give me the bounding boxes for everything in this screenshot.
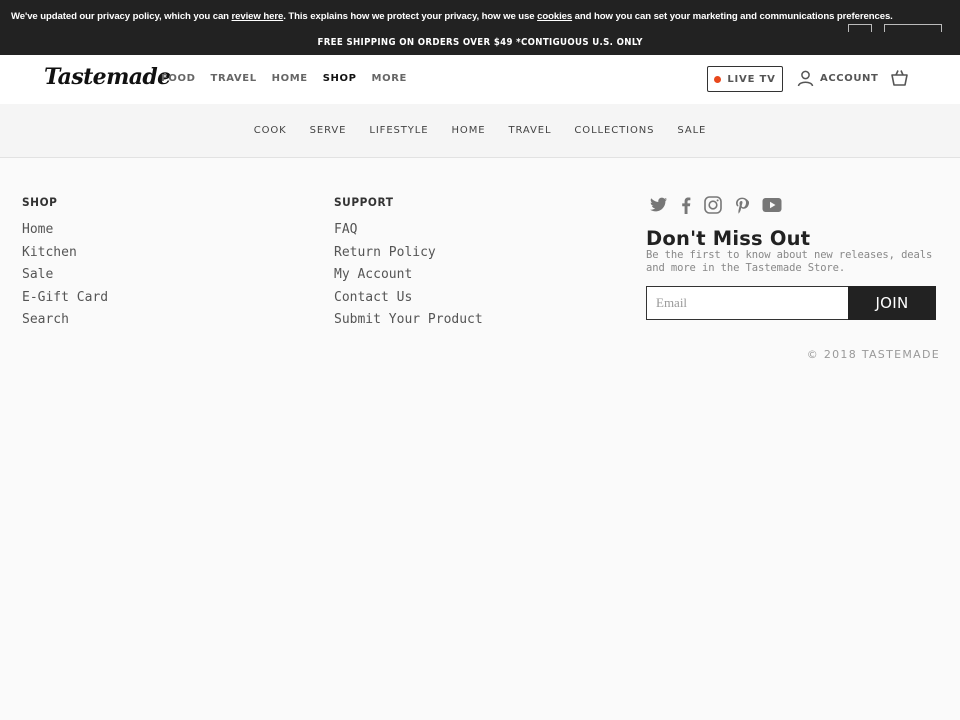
cookies-link[interactable]: cookies: [537, 11, 572, 22]
live-tv-button[interactable]: LIVE TV: [707, 66, 783, 92]
footer-support-title: SUPPORT: [334, 195, 394, 209]
nav-item-travel[interactable]: TRAVEL: [211, 73, 257, 84]
live-indicator-icon: [714, 75, 722, 83]
footer-link-kitchen[interactable]: Kitchen: [22, 244, 108, 267]
cart-button[interactable]: [890, 69, 909, 92]
review-here-link[interactable]: review here: [232, 11, 284, 22]
nav-item-shop[interactable]: SHOP: [323, 73, 357, 84]
footer-link-home[interactable]: Home: [22, 221, 108, 244]
privacy-message: We've updated our privacy policy, which …: [11, 11, 893, 22]
subnav-item-cook[interactable]: COOK: [254, 125, 287, 136]
nav-item-more[interactable]: MORE: [372, 73, 407, 84]
join-button[interactable]: JOIN: [848, 286, 936, 320]
shipping-bar: FREE SHIPPING ON ORDERS OVER $49 *CONTIG…: [0, 32, 960, 55]
privacy-banner: We've updated our privacy policy, which …: [0, 0, 960, 34]
twitter-icon[interactable]: [650, 197, 668, 213]
copyright-text: © 2018 TASTEMADE: [806, 348, 940, 361]
user-icon: [797, 70, 814, 87]
account-button[interactable]: ACCOUNT: [797, 70, 878, 87]
footer-link-submit-your-product[interactable]: Submit Your Product: [334, 311, 483, 334]
subnav-item-sale[interactable]: SALE: [677, 125, 706, 136]
privacy-text-middle: . This explains how we protect your priv…: [283, 11, 538, 22]
account-label: ACCOUNT: [820, 73, 879, 84]
footer: SHOP Home Kitchen Sale E-Gift Card Searc…: [0, 159, 960, 720]
privacy-text-after: and how you can set your marketing and c…: [572, 11, 893, 22]
subnav-item-serve[interactable]: SERVE: [310, 125, 347, 136]
social-links: [650, 196, 782, 214]
footer-shop-title: SHOP: [22, 195, 58, 209]
instagram-icon[interactable]: [704, 196, 722, 214]
footer-shop-column: SHOP Home Kitchen Sale E-Gift Card Searc…: [22, 195, 108, 334]
shopping-basket-icon: [891, 70, 908, 86]
main-header: Tastemade FOOD TRAVEL HOME SHOP MORE LIV…: [0, 55, 960, 104]
footer-link-faq[interactable]: FAQ: [334, 221, 483, 244]
facebook-icon[interactable]: [681, 197, 691, 214]
live-tv-label: LIVE TV: [727, 73, 776, 85]
newsletter-title: Don't Miss Out: [646, 227, 811, 250]
footer-link-sale[interactable]: Sale: [22, 266, 108, 289]
footer-link-e-gift-card[interactable]: E-Gift Card: [22, 289, 108, 312]
footer-link-my-account[interactable]: My Account: [334, 266, 483, 289]
shop-subnav: COOK SERVE LIFESTYLE HOME TRAVEL COLLECT…: [0, 104, 960, 158]
email-input[interactable]: [646, 286, 849, 320]
footer-link-contact-us[interactable]: Contact Us: [334, 289, 483, 312]
nav-item-home[interactable]: HOME: [272, 73, 308, 84]
subnav-item-lifestyle[interactable]: LIFESTYLE: [369, 125, 428, 136]
footer-link-search[interactable]: Search: [22, 311, 108, 334]
newsletter-description: Be the first to know about new releases,…: [646, 249, 933, 274]
subnav-item-home[interactable]: HOME: [452, 125, 486, 136]
youtube-icon[interactable]: [762, 197, 782, 213]
shop-subnav-list: COOK SERVE LIFESTYLE HOME TRAVEL COLLECT…: [254, 125, 707, 136]
shipping-message: FREE SHIPPING ON ORDERS OVER $49 *CONTIG…: [317, 37, 643, 48]
tastemade-logo[interactable]: Tastemade: [44, 64, 171, 90]
subnav-item-travel[interactable]: TRAVEL: [508, 125, 551, 136]
footer-support-column: SUPPORT FAQ Return Policy My Account Con…: [334, 195, 483, 334]
footer-link-return-policy[interactable]: Return Policy: [334, 244, 483, 267]
privacy-text-before: We've updated our privacy policy, which …: [11, 11, 232, 22]
pinterest-icon[interactable]: [735, 197, 749, 214]
nav-item-food[interactable]: FOOD: [161, 73, 196, 84]
main-nav: FOOD TRAVEL HOME SHOP MORE: [161, 73, 407, 84]
subnav-item-collections[interactable]: COLLECTIONS: [574, 125, 654, 136]
